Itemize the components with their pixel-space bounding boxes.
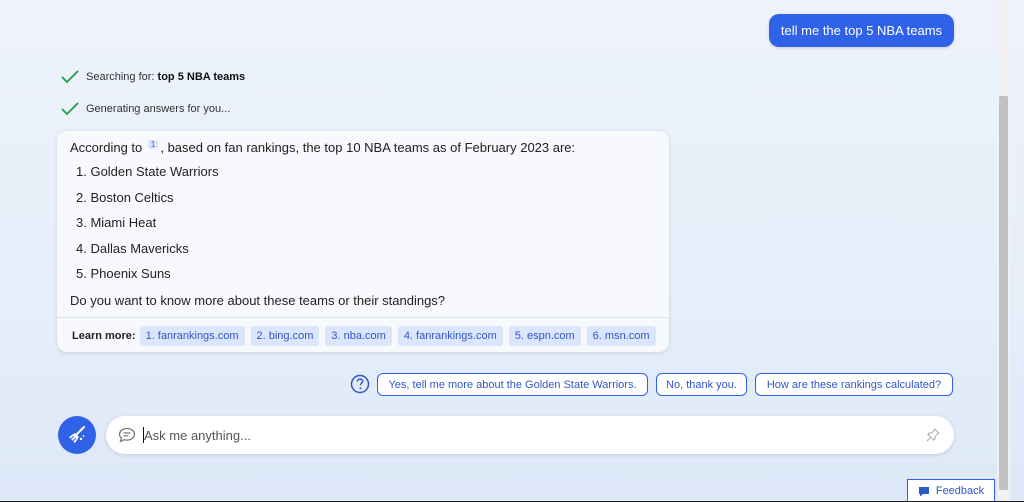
feedback-icon xyxy=(918,486,929,496)
answer-intro: According to 1, based on fan rankings, t… xyxy=(70,140,575,155)
suggestion-rankings-button[interactable]: How are these rankings calculated? xyxy=(755,373,953,396)
chat-input-bar xyxy=(106,416,954,454)
answer-card: According to 1, based on fan rankings, t… xyxy=(57,131,669,352)
source-link[interactable]: 4. fanrankings.com xyxy=(397,326,503,346)
scrollbar[interactable] xyxy=(997,0,1010,502)
chat-input[interactable] xyxy=(144,424,904,446)
question-icon xyxy=(350,374,370,394)
check-icon xyxy=(61,70,79,84)
divider xyxy=(57,317,669,318)
citation-badge[interactable]: 1 xyxy=(147,140,159,149)
source-link[interactable]: 5. espn.com xyxy=(508,326,581,346)
suggestion-no-thanks-button[interactable]: No, thank you. xyxy=(656,373,747,396)
search-query: top 5 NBA teams xyxy=(157,71,246,83)
generating-label: Generating answers for you... xyxy=(86,103,231,115)
source-link[interactable]: 3. nba.com xyxy=(325,326,392,346)
answer-outro: Do you want to know more about these tea… xyxy=(70,293,446,308)
status-generating: Generating answers for you... xyxy=(60,102,230,116)
pin-icon[interactable] xyxy=(926,428,940,442)
chat-bubble-icon xyxy=(118,427,136,443)
team-list: 1. Golden State Warriors 2. Boston Celti… xyxy=(76,164,219,292)
intro-text: According to xyxy=(70,140,143,155)
learn-more-row: Learn more: 1. fanrankings.com 2. bing.c… xyxy=(72,326,662,346)
broom-icon xyxy=(69,426,85,443)
feedback-label: Feedback xyxy=(935,485,985,497)
feedback-button[interactable]: Feedback xyxy=(907,479,995,502)
suggestion-warriors-button[interactable]: Yes, tell me more about the Golden State… xyxy=(377,373,648,396)
list-item: 1. Golden State Warriors xyxy=(76,164,219,179)
list-item: 3. Miami Heat xyxy=(76,215,157,230)
list-item: 4. Dallas Mavericks xyxy=(76,240,189,256)
source-link[interactable]: 2. bing.com xyxy=(250,326,320,346)
source-link[interactable]: 6. msn.com xyxy=(586,326,656,346)
new-topic-button[interactable] xyxy=(58,416,96,454)
learn-more-label: Learn more: xyxy=(72,330,136,342)
source-link[interactable]: 1. fanrankings.com xyxy=(139,326,245,346)
intro-text-rest: , based on fan rankings, the top 10 NBA … xyxy=(160,140,576,155)
searching-label: Searching for: xyxy=(86,71,155,83)
user-message-bubble: tell me the top 5 NBA teams xyxy=(769,14,954,47)
status-searching: Searching for: top 5 NBA teams xyxy=(60,70,245,84)
list-item: 5. Phoenix Suns xyxy=(76,266,171,281)
check-icon xyxy=(61,102,79,116)
scrollbar-thumb[interactable] xyxy=(999,96,1008,490)
list-item: 2. Boston Celtics xyxy=(76,189,174,205)
